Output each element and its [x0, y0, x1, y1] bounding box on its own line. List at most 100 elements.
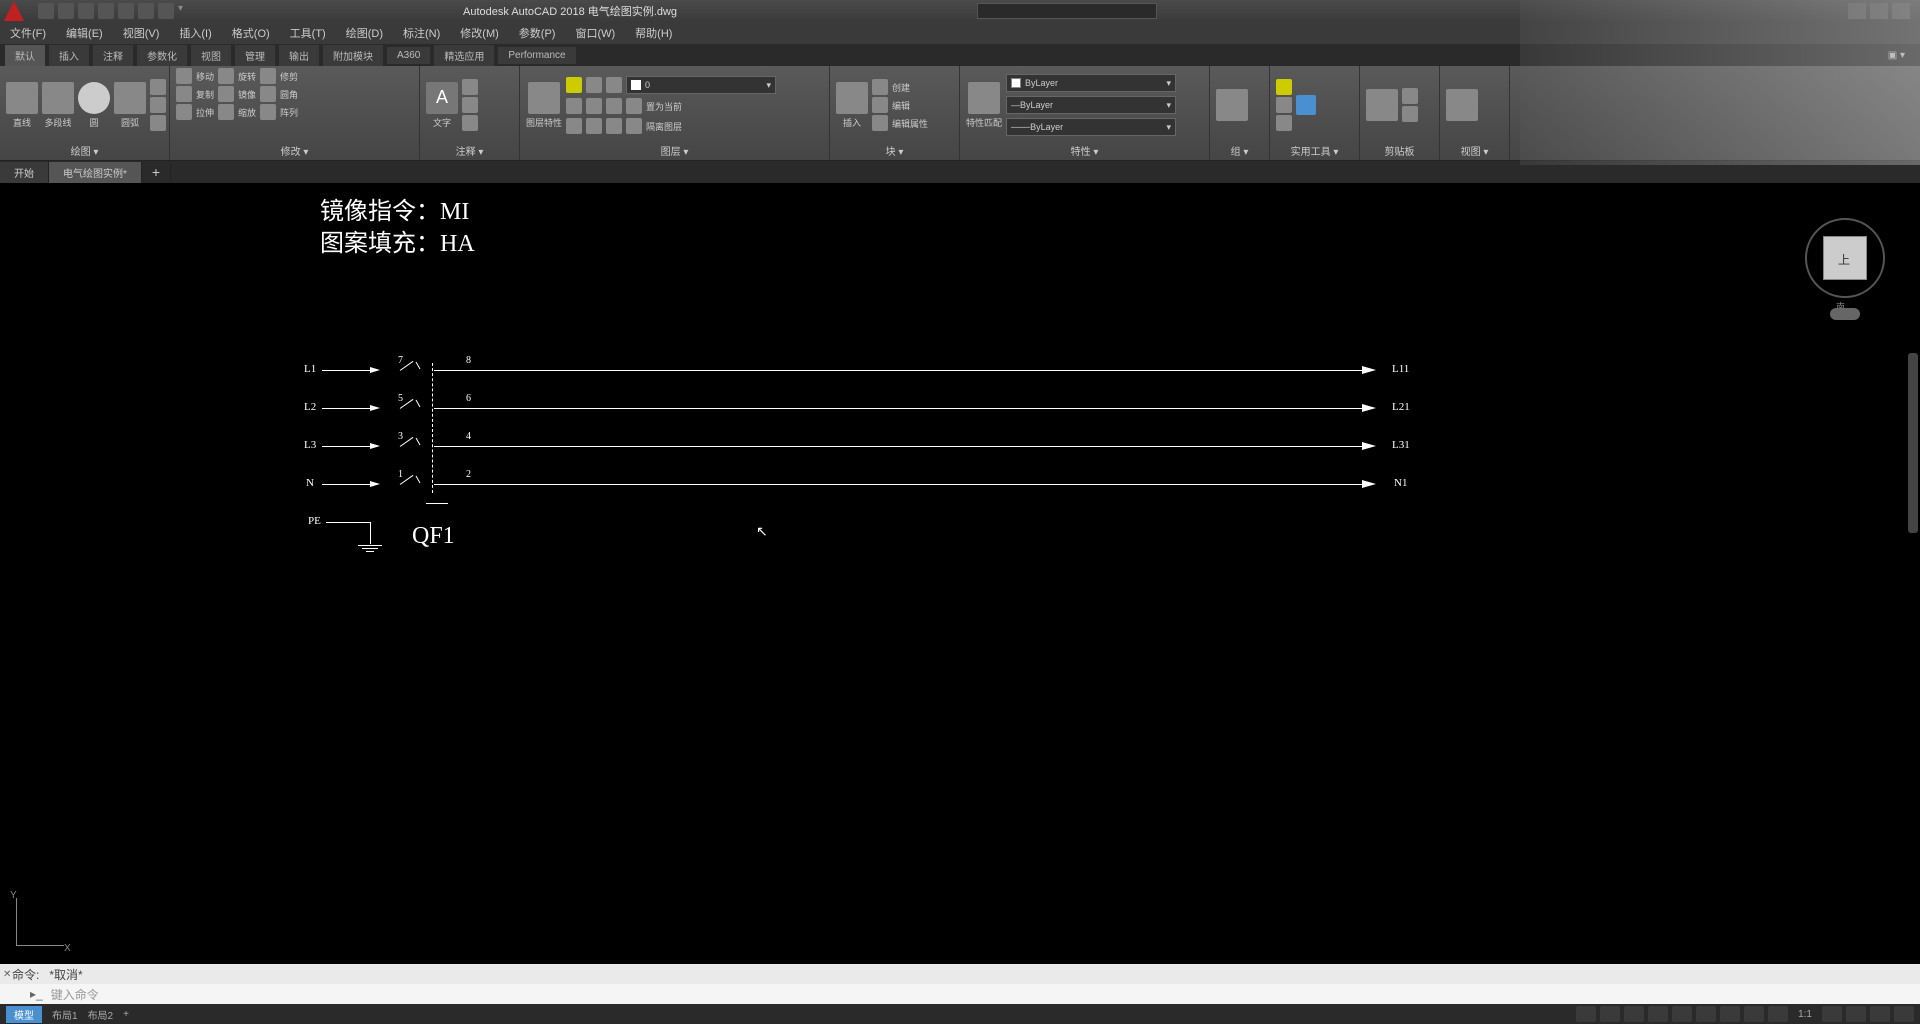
panel-annotation-title[interactable]: 注释 ▾ — [426, 142, 513, 158]
menu-edit[interactable]: 编辑(E) — [66, 25, 103, 41]
menu-tools[interactable]: 工具(T) — [290, 25, 326, 41]
dimension-icon[interactable] — [462, 79, 478, 95]
menu-window[interactable]: 窗口(W) — [575, 25, 615, 41]
status-layout1[interactable]: 布局1 — [52, 1007, 78, 1022]
line-button[interactable]: 直线 — [6, 82, 38, 129]
layer-on-icon[interactable] — [566, 77, 582, 93]
status-scale[interactable]: 1:1 — [1798, 1009, 1812, 1020]
close-icon[interactable]: ✕ — [3, 969, 11, 980]
ribbon-tab-annotate[interactable]: 注释 — [93, 45, 133, 66]
a360-icon[interactable] — [1870, 3, 1888, 19]
layer-prev-icon[interactable] — [586, 98, 602, 114]
annotation-scale-icon[interactable] — [1822, 1006, 1842, 1022]
status-model[interactable]: 模型 — [6, 1006, 42, 1023]
panel-modify-title[interactable]: 修改 ▾ — [176, 142, 413, 158]
panel-draw-title[interactable]: 绘图 ▾ — [6, 142, 163, 158]
panel-group-title[interactable]: 组 ▾ — [1216, 142, 1263, 158]
ortho-icon[interactable] — [1648, 1006, 1668, 1022]
snap-icon[interactable] — [1624, 1006, 1644, 1022]
workspace-icon[interactable] — [1846, 1006, 1866, 1022]
panel-properties-title[interactable]: 特性 ▾ — [966, 142, 1203, 158]
doc-tab-start[interactable]: 开始 — [0, 162, 49, 183]
panel-layer-title[interactable]: 图层 ▾ — [526, 142, 823, 158]
command-input[interactable]: ▸_ 键入命令 — [0, 984, 1920, 1004]
ribbon-tab-addins[interactable]: 附加模块 — [323, 45, 383, 66]
layer-freeze-icon[interactable] — [586, 77, 602, 93]
navbar-icon[interactable] — [1830, 308, 1860, 320]
trim-icon[interactable] — [260, 68, 276, 84]
qat-open-icon[interactable] — [58, 3, 74, 19]
ribbon-tab-a360[interactable]: A360 — [387, 47, 430, 64]
polar-icon[interactable] — [1672, 1006, 1692, 1022]
ellipse-icon[interactable] — [150, 115, 166, 131]
customize-icon[interactable] — [1894, 1006, 1914, 1022]
viewcube-face[interactable]: 上 — [1823, 236, 1867, 280]
copy-clip-icon[interactable] — [1402, 106, 1418, 122]
match-props-button[interactable]: 特性匹配 — [966, 82, 1002, 129]
cut-icon[interactable] — [1402, 88, 1418, 104]
rect-icon[interactable] — [150, 79, 166, 95]
qat-redo-icon[interactable] — [158, 3, 174, 19]
clean-screen-icon[interactable] — [1870, 1006, 1890, 1022]
ribbon-tab-view[interactable]: 视图 — [191, 45, 231, 66]
base-button[interactable] — [1446, 89, 1478, 121]
copy-icon[interactable] — [176, 86, 192, 102]
paste-button[interactable] — [1366, 89, 1398, 121]
transparency-icon[interactable] — [1768, 1006, 1788, 1022]
color-dropdown[interactable]: ByLayer▾ — [1006, 74, 1176, 92]
stretch-icon[interactable] — [176, 104, 192, 120]
fillet-icon[interactable] — [260, 86, 276, 102]
menu-modify[interactable]: 修改(M) — [460, 25, 499, 41]
panel-view-title[interactable]: 视图 ▾ — [1446, 142, 1503, 158]
ribbon-minimize-icon[interactable]: ▣ ▾ — [1888, 50, 1905, 61]
menu-format[interactable]: 格式(O) — [232, 25, 270, 41]
viewcube[interactable]: 上 南 — [1800, 198, 1890, 318]
help-icon[interactable] — [1892, 3, 1910, 19]
arc-button[interactable]: 圆弧 — [114, 82, 146, 129]
panel-utilities-title[interactable]: 实用工具 ▾ — [1276, 142, 1353, 158]
leader-icon[interactable] — [462, 97, 478, 113]
qat-new-icon[interactable] — [38, 3, 54, 19]
menu-parametric[interactable]: 参数(P) — [519, 25, 556, 41]
signin-icon[interactable] — [1848, 3, 1866, 19]
osnap-icon[interactable] — [1696, 1006, 1716, 1022]
panel-block-title[interactable]: 块 ▾ — [836, 142, 953, 158]
hatch-icon[interactable] — [150, 97, 166, 113]
array-icon[interactable] — [260, 104, 276, 120]
polyline-button[interactable]: 多段线 — [42, 82, 74, 129]
block-attr-icon[interactable] — [872, 115, 888, 131]
ribbon-tab-insert[interactable]: 插入 — [49, 45, 89, 66]
menu-view[interactable]: 视图(V) — [123, 25, 160, 41]
text-button[interactable]: A文字 — [426, 82, 458, 129]
ribbon-tab-featured[interactable]: 精选应用 — [434, 45, 494, 66]
qat-saveas-icon[interactable] — [98, 3, 114, 19]
group-button[interactable] — [1216, 89, 1248, 121]
menu-help[interactable]: 帮助(H) — [635, 25, 672, 41]
otrack-icon[interactable] — [1720, 1006, 1740, 1022]
insert-block-button[interactable]: 插入 — [836, 82, 868, 129]
drawing-canvas[interactable]: 镜像指令：MI 图案填充：HA L1 7 8 L11 L2 5 6 L21 L3… — [0, 183, 1920, 964]
menu-dimension[interactable]: 标注(N) — [403, 25, 440, 41]
ribbon-tab-default[interactable]: 默认 — [5, 45, 45, 66]
model-space-icon[interactable] — [1576, 1006, 1596, 1022]
menu-draw[interactable]: 绘图(D) — [346, 25, 383, 41]
layer-iso-icon[interactable] — [606, 98, 622, 114]
ucs-icon[interactable]: Y X — [10, 894, 70, 954]
qat-plot-icon[interactable] — [118, 3, 134, 19]
layer-lock-icon[interactable] — [606, 77, 622, 93]
ribbon-tab-performance[interactable]: Performance — [498, 47, 575, 64]
mirror-icon[interactable] — [218, 86, 234, 102]
status-add-layout[interactable]: + — [123, 1009, 129, 1020]
doc-tab-new-icon[interactable]: + — [142, 164, 171, 180]
layer-props-button[interactable]: 图层特性 — [526, 82, 562, 129]
ribbon-tab-output[interactable]: 输出 — [279, 45, 319, 66]
status-layout2[interactable]: 布局2 — [88, 1007, 114, 1022]
block-create-icon[interactable] — [872, 79, 888, 95]
linetype-dropdown[interactable]: ─── ByLayer▾ — [1006, 118, 1176, 136]
menu-insert[interactable]: 插入(I) — [179, 25, 211, 41]
ribbon-tab-manage[interactable]: 管理 — [235, 45, 275, 66]
move-icon[interactable] — [176, 68, 192, 84]
scale-icon[interactable] — [218, 104, 234, 120]
help-search-input[interactable] — [977, 3, 1157, 19]
layer-dropdown[interactable]: 0▾ — [626, 76, 776, 94]
